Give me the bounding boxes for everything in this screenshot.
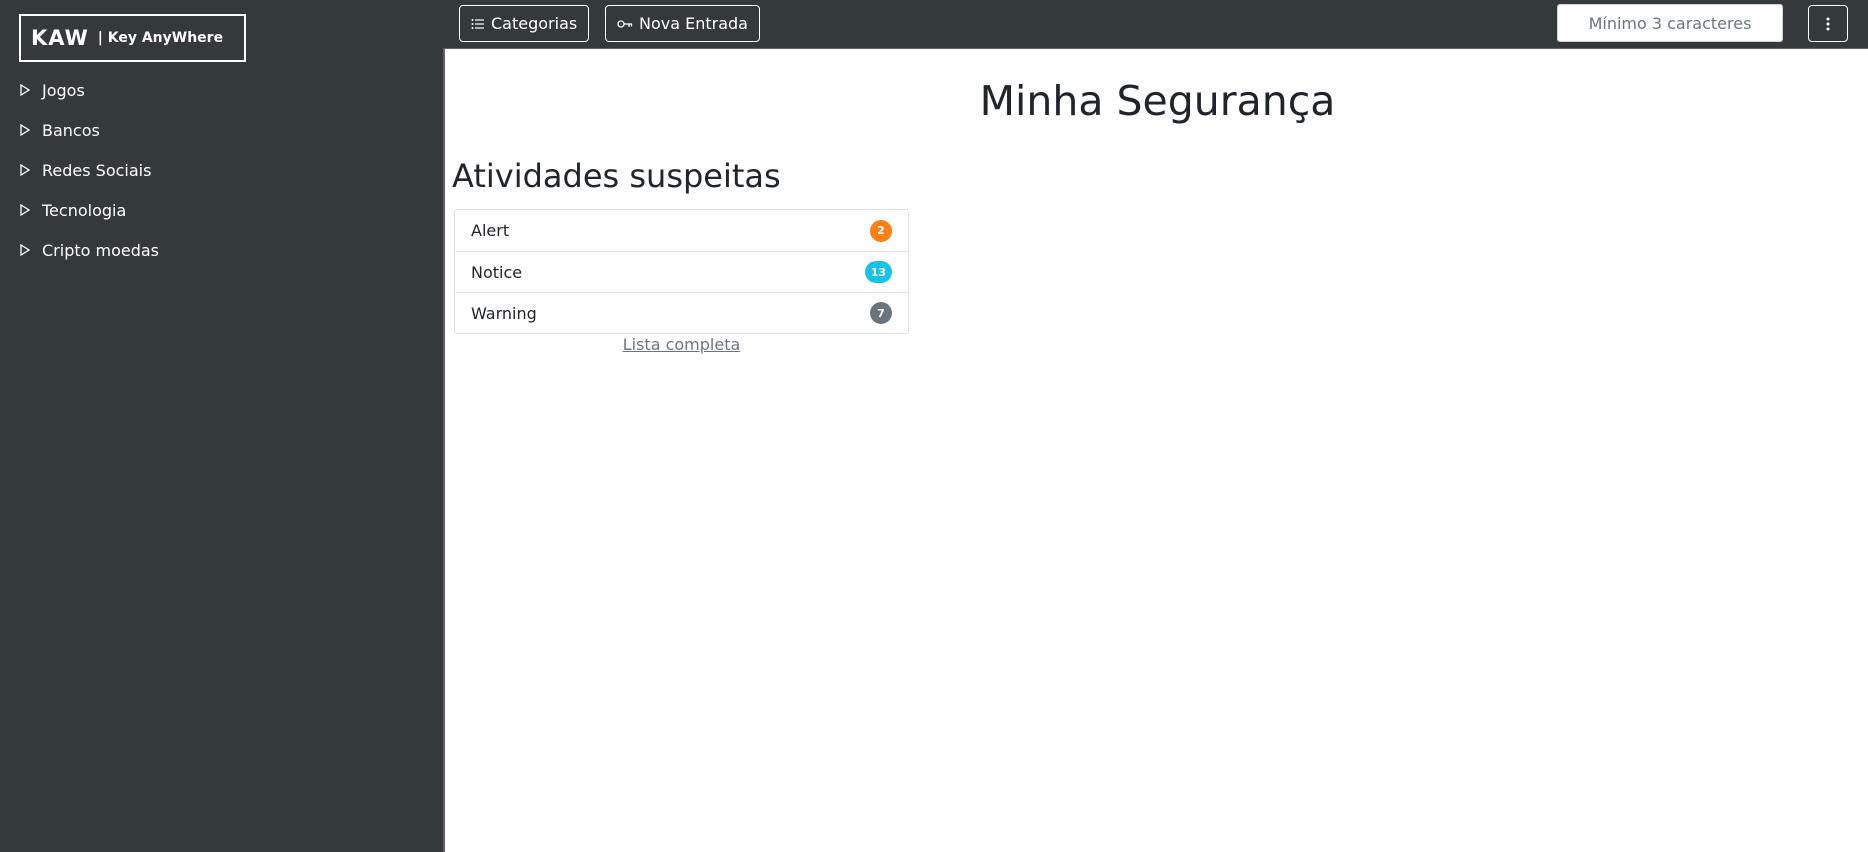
sidebar-item-label: Jogos — [42, 80, 85, 100]
sidebar-item-label: Redes Sociais — [42, 160, 152, 180]
sidebar-item-label: Bancos — [42, 120, 100, 140]
main-content: Minha Segurança Atividades suspeitas Ale… — [443, 48, 1868, 852]
count-badge: 13 — [864, 261, 892, 283]
list-item-label: Notice — [471, 262, 523, 282]
top-navbar: Categorias Nova Entrada — [443, 0, 1868, 48]
key-icon — [617, 19, 633, 29]
categories-button[interactable]: Categorias — [459, 5, 590, 42]
section-title: Atividades suspeitas — [452, 157, 781, 195]
logo-text: | Key AnyWhere — [97, 30, 224, 46]
caret-right-icon — [20, 244, 30, 256]
list-item-label: Alert — [471, 221, 510, 240]
count-badge: 2 — [870, 219, 892, 242]
app-logo[interactable]: KAW | Key AnyWhere — [19, 14, 246, 62]
suspicious-activity-list: Alert 2 Notice 13 Warning 7 — [454, 209, 909, 334]
caret-right-icon — [20, 124, 30, 136]
sidebar-item-label: Cripto moedas — [42, 240, 160, 260]
list-icon — [471, 18, 485, 30]
new-entry-label: Nova Entrada — [639, 14, 748, 33]
count-badge: 7 — [870, 302, 892, 324]
list-item-label: Warning — [471, 303, 537, 323]
search-input[interactable] — [1557, 4, 1783, 42]
sidebar-item-jogos[interactable]: Jogos — [0, 70, 443, 110]
list-item-notice[interactable]: Notice 13 — [455, 251, 908, 292]
sidebar-item-label: Tecnologia — [42, 200, 127, 220]
kebab-menu-icon — [1826, 17, 1830, 30]
category-list: Jogos Bancos Redes Sociais Tecnologia Cr… — [0, 70, 443, 270]
page-title: Minha Segurança — [979, 77, 1336, 125]
sidebar: KAW | Key AnyWhere Jogos Bancos Redes So… — [0, 0, 443, 852]
caret-right-icon — [20, 164, 30, 176]
list-item-warning[interactable]: Warning 7 — [455, 292, 908, 333]
categories-label: Categorias — [491, 14, 578, 33]
caret-right-icon — [20, 204, 30, 216]
full-list-link[interactable]: Lista completa — [454, 335, 909, 354]
new-entry-button[interactable]: Nova Entrada — [605, 5, 760, 42]
sidebar-item-redes-sociais[interactable]: Redes Sociais — [0, 150, 443, 190]
logo-mark: KAW — [31, 26, 89, 50]
list-item-alert[interactable]: Alert 2 — [455, 210, 908, 251]
more-options-button[interactable] — [1808, 5, 1848, 42]
sidebar-item-cripto-moedas[interactable]: Cripto moedas — [0, 230, 443, 270]
caret-right-icon — [20, 84, 30, 96]
sidebar-item-tecnologia[interactable]: Tecnologia — [0, 190, 443, 230]
sidebar-item-bancos[interactable]: Bancos — [0, 110, 443, 150]
